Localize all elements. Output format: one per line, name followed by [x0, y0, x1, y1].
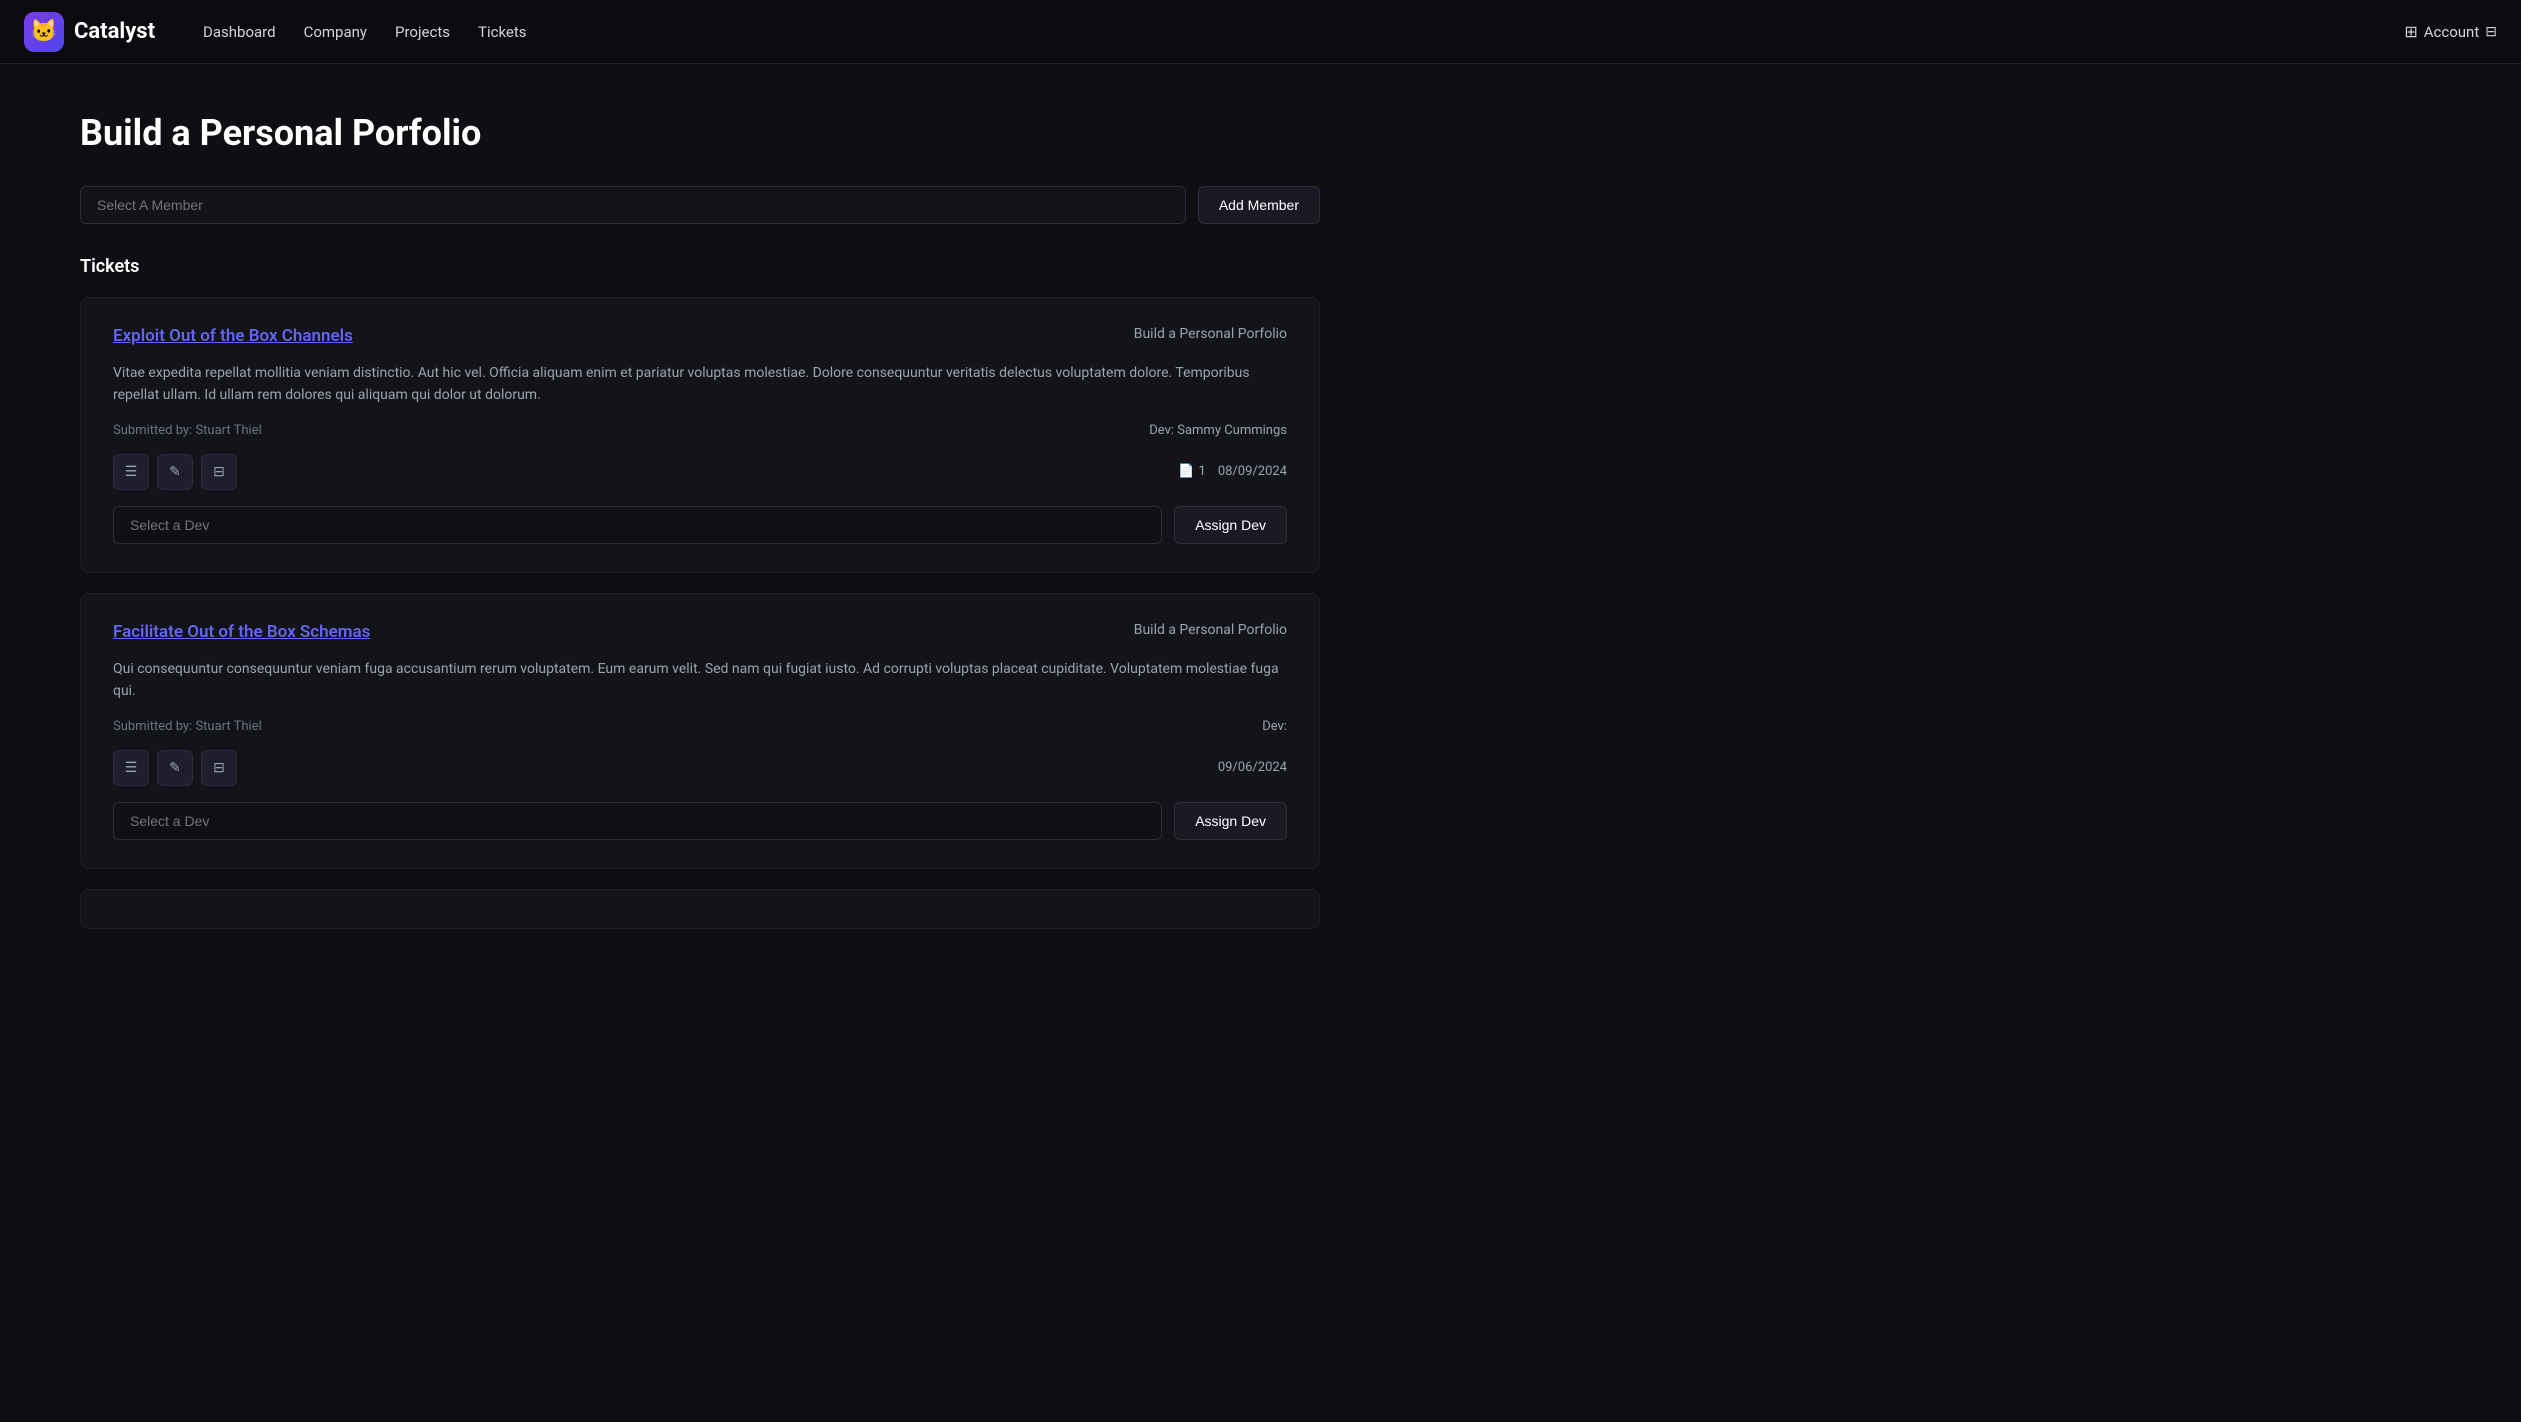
- ticket-title-link[interactable]: Facilitate Out of the Box Schemas: [113, 622, 370, 642]
- page-title: Build a Personal Porfolio: [80, 112, 1320, 154]
- archive-icon: ⊟: [213, 759, 225, 776]
- member-select-row: Add Member: [80, 186, 1320, 224]
- file-count-value: 1: [1199, 464, 1206, 479]
- ticket-date-area: 09/06/2024: [1218, 760, 1287, 775]
- assign-dev-button[interactable]: Assign Dev: [1174, 802, 1287, 840]
- ticket-actions-row: ☰ ✎ ⊟ 📄 1 08/09/2024: [113, 454, 1287, 490]
- ticket-dev: Dev:: [1262, 719, 1287, 734]
- ticket-project: Build a Personal Porfolio: [1134, 622, 1287, 638]
- select-dev-input[interactable]: [113, 506, 1162, 544]
- ticket-date: 08/09/2024: [1218, 464, 1287, 479]
- ticket-submitted-by: Submitted by: Stuart Thiel: [113, 719, 262, 734]
- logo-icon: 🐱: [24, 12, 64, 52]
- ticket-actions-row: ☰ ✎ ⊟ 09/06/2024: [113, 750, 1287, 786]
- ticket-card: Exploit Out of the Box Channels Build a …: [80, 297, 1320, 573]
- ticket-date: 09/06/2024: [1218, 760, 1287, 775]
- ticket-header: Facilitate Out of the Box Schemas Build …: [113, 622, 1287, 642]
- nav-dashboard[interactable]: Dashboard: [203, 23, 276, 41]
- ticket-card-partial: [80, 889, 1320, 929]
- navigation: 🐱 Catalyst Dashboard Company Projects Ti…: [0, 0, 2521, 64]
- ticket-project: Build a Personal Porfolio: [1134, 326, 1287, 342]
- ticket-archive-button[interactable]: ⊟: [201, 750, 237, 786]
- ticket-list-button[interactable]: ☰: [113, 750, 149, 786]
- ticket-submitted-by: Submitted by: Stuart Thiel: [113, 423, 262, 438]
- account-menu[interactable]: ⊞ Account ⊟: [2404, 22, 2497, 41]
- ticket-icon-buttons: ☰ ✎ ⊟: [113, 750, 237, 786]
- ticket-description: Vitae expedita repellat mollitia veniam …: [113, 362, 1287, 407]
- ticket-date-area: 📄 1 08/09/2024: [1178, 464, 1287, 479]
- logo-emoji: 🐱: [30, 19, 57, 44]
- member-select-input[interactable]: [80, 186, 1186, 224]
- ticket-icon-buttons: ☰ ✎ ⊟: [113, 454, 237, 490]
- ticket-card: Facilitate Out of the Box Schemas Build …: [80, 593, 1320, 869]
- ticket-dev: Dev: Sammy Cummings: [1149, 423, 1287, 438]
- file-count: 📄 1: [1178, 464, 1206, 479]
- file-icon: 📄: [1178, 464, 1194, 479]
- tickets-section-label: Tickets: [80, 256, 1320, 277]
- edit-icon: ✎: [169, 759, 181, 776]
- nav-links: Dashboard Company Projects Tickets: [203, 23, 527, 41]
- ticket-edit-button[interactable]: ✎: [157, 750, 193, 786]
- edit-icon: ✎: [169, 463, 181, 480]
- nav-tickets[interactable]: Tickets: [478, 23, 527, 41]
- ticket-header: Exploit Out of the Box Channels Build a …: [113, 326, 1287, 346]
- ticket-archive-button[interactable]: ⊟: [201, 454, 237, 490]
- nav-company[interactable]: Company: [304, 23, 367, 41]
- assign-dev-button[interactable]: Assign Dev: [1174, 506, 1287, 544]
- account-label: Account: [2424, 23, 2480, 41]
- select-dev-input[interactable]: [113, 802, 1162, 840]
- list-icon: ☰: [125, 463, 138, 480]
- ticket-title-link[interactable]: Exploit Out of the Box Channels: [113, 326, 353, 346]
- ticket-list-button[interactable]: ☰: [113, 454, 149, 490]
- ticket-description: Qui consequuntur consequuntur veniam fug…: [113, 658, 1287, 703]
- ticket-meta-row: Submitted by: Stuart Thiel Dev:: [113, 719, 1287, 734]
- add-member-button[interactable]: Add Member: [1198, 186, 1320, 224]
- assign-dev-row: Assign Dev: [113, 802, 1287, 840]
- nav-projects[interactable]: Projects: [395, 23, 450, 41]
- layers-icon: ⊞: [2404, 22, 2417, 41]
- archive-icon: ⊟: [213, 463, 225, 480]
- assign-dev-row: Assign Dev: [113, 506, 1287, 544]
- app-logo[interactable]: 🐱 Catalyst: [24, 12, 155, 52]
- app-name: Catalyst: [74, 19, 155, 44]
- main-content: Build a Personal Porfolio Add Member Tic…: [0, 64, 1400, 997]
- account-grid-icon: ⊟: [2485, 24, 2497, 40]
- list-icon: ☰: [125, 759, 138, 776]
- ticket-edit-button[interactable]: ✎: [157, 454, 193, 490]
- ticket-meta-row: Submitted by: Stuart Thiel Dev: Sammy Cu…: [113, 423, 1287, 438]
